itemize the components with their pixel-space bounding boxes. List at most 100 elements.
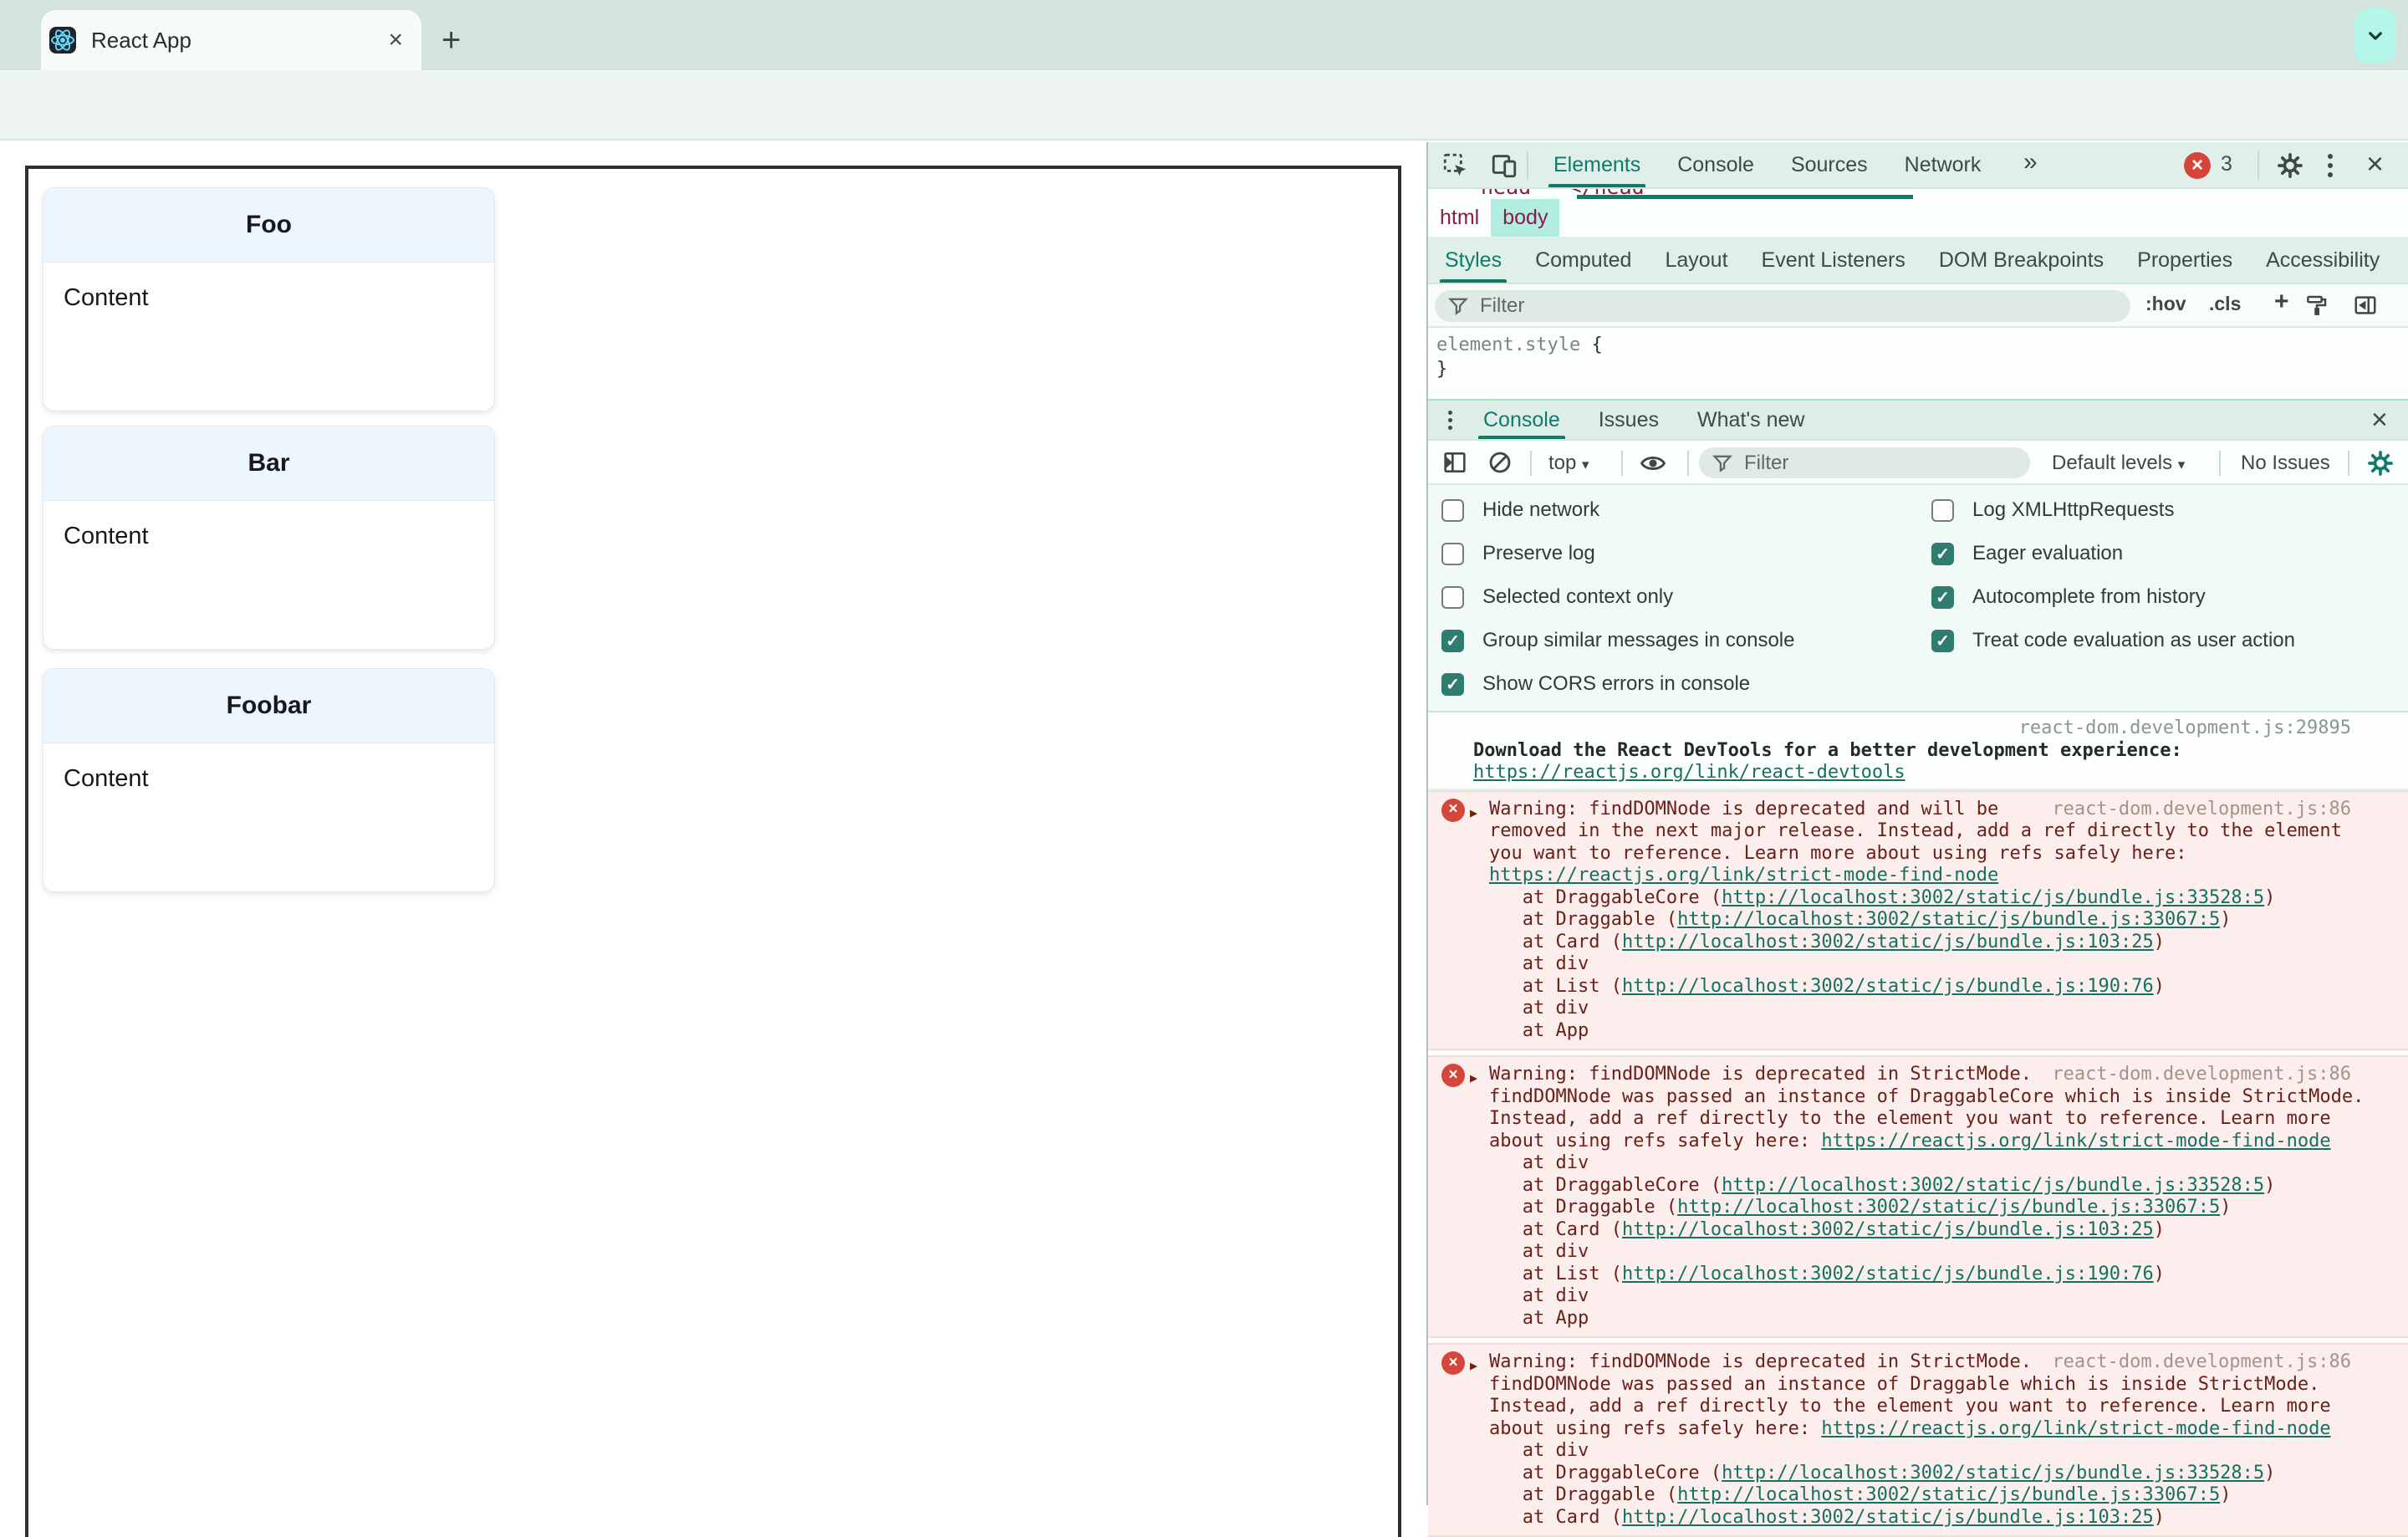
- tab-network[interactable]: Network: [1905, 142, 1982, 187]
- subtab-accessibility[interactable]: Accessibility: [2266, 237, 2380, 283]
- card-header[interactable]: Bar: [43, 426, 494, 501]
- console-link[interactable]: http://localhost:3002/static/js/bundle.j…: [1722, 1463, 2264, 1483]
- message-source-link[interactable]: react-dom.development.js:86: [2052, 799, 2351, 821]
- card-bar[interactable]: Bar Content: [43, 426, 495, 650]
- toggle-pseudo-button[interactable]: :hov: [2145, 293, 2186, 315]
- console-message[interactable]: × ▶ react-dom.development.js:86 Warning: fi…: [1428, 1055, 2408, 1338]
- console-filter-input[interactable]: Filter: [1699, 447, 2030, 478]
- card-foo[interactable]: Foo Content: [43, 187, 495, 411]
- styles-filter-input[interactable]: Filter: [1435, 290, 2130, 322]
- card-header[interactable]: Foo: [43, 188, 494, 263]
- issues-status[interactable]: No Issues: [2241, 452, 2330, 475]
- drawer-tab-what-s-new[interactable]: What's new: [1697, 401, 1804, 439]
- browser-tab[interactable]: React App ×: [41, 10, 421, 70]
- message-text: findDOMNode was passed an instance of Dr…: [1489, 1373, 2320, 1395]
- drawer-menu-icon[interactable]: [1448, 407, 1452, 433]
- console-settings-gear-icon[interactable]: [2366, 449, 2395, 477]
- drawer-tab-issues[interactable]: Issues: [1599, 401, 1659, 439]
- checkbox[interactable]: ✓: [1931, 629, 1954, 652]
- checkbox[interactable]: [1441, 498, 1464, 522]
- console-link[interactable]: https://reactjs.org/link/strict-mode-fin…: [1489, 865, 1998, 886]
- console-link[interactable]: http://localhost:3002/static/js/bundle.j…: [1622, 976, 2154, 997]
- subtab-computed[interactable]: Computed: [1535, 237, 1631, 283]
- console-link[interactable]: http://localhost:3002/static/js/bundle.j…: [1677, 1484, 2220, 1505]
- expand-caret-icon[interactable]: ▶: [1470, 1067, 1477, 1090]
- breadcrumb-body[interactable]: body: [1491, 199, 1560, 237]
- checkbox[interactable]: [1441, 542, 1464, 565]
- device-toolbar-icon[interactable]: [1490, 151, 1518, 180]
- expand-caret-icon[interactable]: ▶: [1470, 1355, 1477, 1377]
- checkbox[interactable]: [1441, 585, 1464, 609]
- subtab-event-listeners[interactable]: Event Listeners: [1762, 237, 1905, 283]
- message-line: at DraggableCore (http://localhost:3002/…: [1489, 887, 2351, 910]
- new-style-rule-button[interactable]: +: [2274, 288, 2289, 316]
- message-text: Instead, add a ref directly to the eleme…: [1489, 1108, 2331, 1129]
- checkbox[interactable]: ✓: [1441, 629, 1464, 652]
- console-link[interactable]: https://reactjs.org/link/react-devtools: [1473, 762, 1905, 783]
- subtab-layout[interactable]: Layout: [1665, 237, 1727, 283]
- console-link[interactable]: https://reactjs.org/link/strict-mode-fin…: [1821, 1131, 2330, 1151]
- setting-treat-code-evaluation-as-user-action[interactable]: ✓ Treat code evaluation as user action: [1931, 628, 2295, 653]
- context-selector[interactable]: top ▾: [1548, 452, 1589, 475]
- toggle-class-button[interactable]: .cls: [2209, 293, 2241, 315]
- console-message[interactable]: × ▶ react-dom.development.js:86 Warning: fi…: [1428, 1343, 2408, 1537]
- setting-show-cors-errors-in-console[interactable]: ✓ Show CORS errors in console: [1441, 671, 1750, 697]
- checkbox[interactable]: [1931, 498, 1954, 522]
- live-expression-eye-icon[interactable]: [1639, 449, 1667, 477]
- expand-caret-icon[interactable]: ▶: [1470, 802, 1477, 825]
- setting-log-xmlhttprequests[interactable]: Log XMLHttpRequests: [1931, 498, 2174, 523]
- dom-tree-clipped-row[interactable]: head </head: [1428, 189, 2408, 199]
- console-link[interactable]: http://localhost:3002/static/js/bundle.j…: [1722, 887, 2264, 908]
- setting-group-similar-messages-in-console[interactable]: ✓ Group similar messages in console: [1441, 628, 1795, 653]
- console-link[interactable]: http://localhost:3002/static/js/bundle.j…: [1622, 1264, 2154, 1284]
- setting-preserve-log[interactable]: Preserve log: [1441, 541, 1595, 566]
- tab-elements[interactable]: Elements: [1548, 142, 1646, 187]
- clear-console-icon[interactable]: [1487, 449, 1515, 477]
- error-count[interactable]: 3: [2221, 152, 2232, 176]
- console-link[interactable]: https://reactjs.org/link/strict-mode-fin…: [1821, 1418, 2330, 1439]
- subtab-styles[interactable]: Styles: [1439, 237, 1508, 283]
- console-link[interactable]: http://localhost:3002/static/js/bundle.j…: [1622, 932, 2154, 952]
- tab-close-icon[interactable]: ×: [388, 28, 403, 53]
- tab-search-button[interactable]: [2354, 8, 2396, 64]
- devtools-menu-icon[interactable]: [2328, 150, 2333, 181]
- message-line: at div: [1489, 1440, 2351, 1463]
- console-link[interactable]: http://localhost:3002/static/js/bundle.j…: [1677, 909, 2220, 930]
- tab-sources[interactable]: Sources: [1791, 142, 1868, 187]
- card-header[interactable]: Foobar: [43, 669, 494, 743]
- drawer-tab-console[interactable]: Console: [1478, 401, 1565, 439]
- message-source-link[interactable]: react-dom.development.js:86: [2052, 1064, 2351, 1086]
- setting-hide-network[interactable]: Hide network: [1441, 498, 1599, 523]
- element-style-block[interactable]: element.style { }: [1428, 328, 2408, 399]
- setting-eager-evaluation[interactable]: ✓ Eager evaluation: [1931, 541, 2123, 566]
- log-levels-selector[interactable]: Default levels ▾: [2052, 452, 2185, 475]
- console-message[interactable]: × ▶ react-dom.development.js:86 Warning: fi…: [1428, 789, 2408, 1050]
- dock-sidebar-icon[interactable]: [2353, 293, 2378, 318]
- inspect-element-icon[interactable]: [1441, 151, 1470, 180]
- message-source-link[interactable]: react-dom.development.js:86: [2052, 1351, 2351, 1374]
- drawer-close-icon[interactable]: ×: [2371, 406, 2388, 434]
- checkbox[interactable]: ✓: [1931, 542, 1954, 565]
- console-link[interactable]: http://localhost:3002/static/js/bundle.j…: [1677, 1197, 2220, 1218]
- rendering-brush-icon[interactable]: [2304, 293, 2329, 318]
- console-message[interactable]: react-dom.development.js:29895 Download …: [1428, 712, 2408, 790]
- new-tab-button[interactable]: +: [441, 23, 461, 57]
- breadcrumb-html[interactable]: html: [1428, 199, 1491, 237]
- setting-autocomplete-from-history[interactable]: ✓ Autocomplete from history: [1931, 585, 2206, 610]
- devtools-close-icon[interactable]: ×: [2366, 149, 2384, 179]
- more-tabs-icon[interactable]: »: [2023, 148, 2038, 176]
- console-link[interactable]: http://localhost:3002/static/js/bundle.j…: [1722, 1175, 2264, 1196]
- message-source-link[interactable]: react-dom.development.js:29895: [2019, 717, 2351, 740]
- console-link[interactable]: http://localhost:3002/static/js/bundle.j…: [1622, 1507, 2154, 1528]
- console-sidebar-icon[interactable]: [1441, 449, 1470, 477]
- error-badge-icon[interactable]: ×: [2184, 152, 2211, 179]
- subtab-dom-breakpoints[interactable]: DOM Breakpoints: [1939, 237, 2104, 283]
- devtools-settings-gear-icon[interactable]: [2276, 151, 2304, 180]
- tab-console[interactable]: Console: [1677, 142, 1754, 187]
- subtab-properties[interactable]: Properties: [2137, 237, 2232, 283]
- card-foobar[interactable]: Foobar Content: [43, 668, 495, 892]
- checkbox[interactable]: ✓: [1931, 585, 1954, 609]
- console-link[interactable]: http://localhost:3002/static/js/bundle.j…: [1622, 1219, 2154, 1240]
- setting-selected-context-only[interactable]: Selected context only: [1441, 585, 1673, 610]
- checkbox[interactable]: ✓: [1441, 672, 1464, 696]
